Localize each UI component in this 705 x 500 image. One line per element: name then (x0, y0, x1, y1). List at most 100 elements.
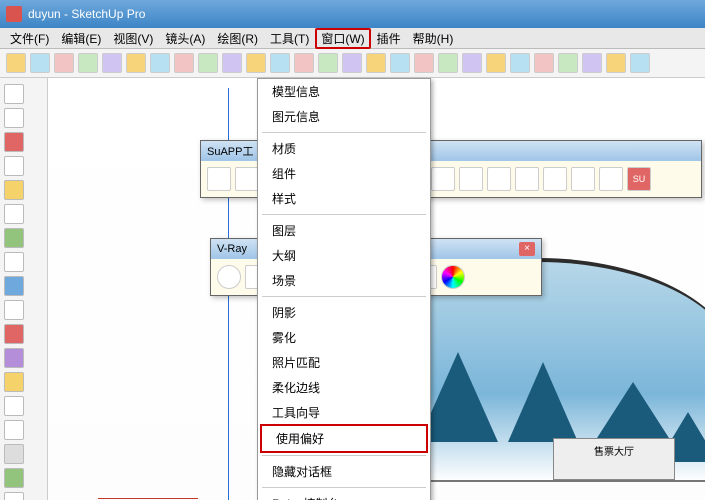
menu-separator (262, 296, 426, 297)
tool-dim[interactable] (4, 444, 24, 464)
toolbar-btn[interactable] (198, 53, 218, 73)
app-icon (6, 6, 22, 22)
workspace: 售票大厅 模型信息 图元信息 材质 组件 样式 图层 大纲 场景 阴影 雾化 照… (0, 78, 705, 500)
menu-item-ruby-console[interactable]: Ruby 控制台 (258, 491, 430, 500)
left-toolbar (0, 78, 48, 500)
toolbar-btn[interactable] (462, 53, 482, 73)
title-bar: duyun - SketchUp Pro (0, 0, 705, 28)
vray-options-btn[interactable] (441, 265, 465, 289)
menu-bar: 文件(F) 编辑(E) 视图(V) 镜头(A) 绘图(R) 工具(T) 窗口(W… (0, 28, 705, 49)
toolbar-btn[interactable] (558, 53, 578, 73)
toolbar-btn[interactable] (102, 53, 122, 73)
toolbar-btn[interactable] (126, 53, 146, 73)
tool-offset[interactable] (4, 396, 24, 416)
toolbar-btn[interactable] (30, 53, 50, 73)
panel-title: V-Ray (217, 243, 247, 255)
menu-window[interactable]: 窗口(W) (315, 28, 370, 49)
toolbar-btn[interactable] (606, 53, 626, 73)
tool-circle[interactable] (4, 180, 24, 200)
toolbar-btn[interactable] (54, 53, 74, 73)
menu-separator (262, 214, 426, 215)
toolbar-btn[interactable] (414, 53, 434, 73)
panel-btn[interactable] (431, 167, 455, 191)
menu-file[interactable]: 文件(F) (4, 28, 55, 49)
tool-follow[interactable] (4, 348, 24, 368)
menu-camera[interactable]: 镜头(A) (159, 28, 211, 49)
close-icon[interactable]: × (519, 242, 535, 256)
tool-text[interactable] (4, 492, 24, 500)
toolbar-btn[interactable] (222, 53, 242, 73)
toolbar-btn[interactable] (78, 53, 98, 73)
tool-select[interactable] (4, 84, 24, 104)
menu-item-layers[interactable]: 图层 (258, 218, 430, 243)
panel-btn[interactable] (515, 167, 539, 191)
axis-red (98, 498, 198, 499)
toolbar-btn[interactable] (510, 53, 530, 73)
tool-protract[interactable] (4, 468, 24, 488)
menu-plugins[interactable]: 插件 (371, 28, 407, 49)
tool-push[interactable] (4, 276, 24, 296)
panel-btn[interactable] (207, 167, 231, 191)
toolbar-btn[interactable] (270, 53, 290, 73)
menu-item-outliner[interactable]: 大纲 (258, 243, 430, 268)
menu-item-hide-dialogs[interactable]: 隐藏对话框 (258, 459, 430, 484)
menu-item-shadows[interactable]: 阴影 (258, 300, 430, 325)
menu-item-scenes[interactable]: 场景 (258, 268, 430, 293)
panel-btn[interactable] (235, 167, 259, 191)
panel-btn[interactable] (487, 167, 511, 191)
panel-btn[interactable] (599, 167, 623, 191)
toolbar-btn[interactable] (246, 53, 266, 73)
menu-item-entity-info[interactable]: 图元信息 (258, 104, 430, 129)
toolbar-btn[interactable] (630, 53, 650, 73)
toolbar-btn[interactable] (342, 53, 362, 73)
panel-btn[interactable] (571, 167, 595, 191)
menu-item-model-info[interactable]: 模型信息 (258, 79, 430, 104)
menu-item-match-photo[interactable]: 照片匹配 (258, 350, 430, 375)
app-title: duyun - SketchUp Pro (28, 7, 145, 21)
toolbar-btn[interactable] (318, 53, 338, 73)
menu-help[interactable]: 帮助(H) (407, 28, 460, 49)
window-menu-dropdown: 模型信息 图元信息 材质 组件 样式 图层 大纲 场景 阴影 雾化 照片匹配 柔… (257, 78, 431, 500)
toolbar-btn[interactable] (6, 53, 26, 73)
menu-item-preferences[interactable]: 使用偏好 (262, 426, 426, 451)
tool-freehand[interactable] (4, 252, 24, 272)
tool-rotate[interactable] (4, 324, 24, 344)
toolbar-btn[interactable] (174, 53, 194, 73)
tool-tape[interactable] (4, 420, 24, 440)
menu-edit[interactable]: 编辑(E) (55, 28, 107, 49)
tool-polygon[interactable] (4, 228, 24, 248)
vray-render-btn[interactable] (217, 265, 241, 289)
suapp-icon[interactable]: SU (627, 167, 651, 191)
tool-line[interactable] (4, 156, 24, 176)
menu-item-soften-edges[interactable]: 柔化边线 (258, 375, 430, 400)
entrance-label: 售票大厅 (554, 439, 674, 458)
toolbar-btn[interactable] (486, 53, 506, 73)
menu-item-materials[interactable]: 材质 (258, 136, 430, 161)
menu-view[interactable]: 视图(V) (107, 28, 159, 49)
menu-separator (262, 132, 426, 133)
toolbar-btn[interactable] (150, 53, 170, 73)
menu-item-instructor[interactable]: 工具向导 (258, 400, 430, 425)
tool-arc[interactable] (4, 204, 24, 224)
menu-item-styles[interactable]: 样式 (258, 186, 430, 211)
tool-move[interactable] (4, 300, 24, 320)
panel-btn[interactable] (543, 167, 567, 191)
toolbar-btn[interactable] (366, 53, 386, 73)
toolbar-btn[interactable] (390, 53, 410, 73)
entrance-block: 售票大厅 (553, 438, 675, 480)
menu-tools[interactable]: 工具(T) (264, 28, 315, 49)
menu-separator (262, 487, 426, 488)
menu-draw[interactable]: 绘图(R) (211, 28, 264, 49)
menu-item-components[interactable]: 组件 (258, 161, 430, 186)
menu-item-fog[interactable]: 雾化 (258, 325, 430, 350)
tool-rect[interactable] (4, 132, 24, 152)
toolbar-btn[interactable] (294, 53, 314, 73)
tool-eraser[interactable] (4, 108, 24, 128)
panel-title: SuAPP工 (207, 143, 253, 159)
main-toolbar (0, 49, 705, 78)
tool-scale[interactable] (4, 372, 24, 392)
toolbar-btn[interactable] (438, 53, 458, 73)
panel-btn[interactable] (459, 167, 483, 191)
toolbar-btn[interactable] (534, 53, 554, 73)
toolbar-btn[interactable] (582, 53, 602, 73)
